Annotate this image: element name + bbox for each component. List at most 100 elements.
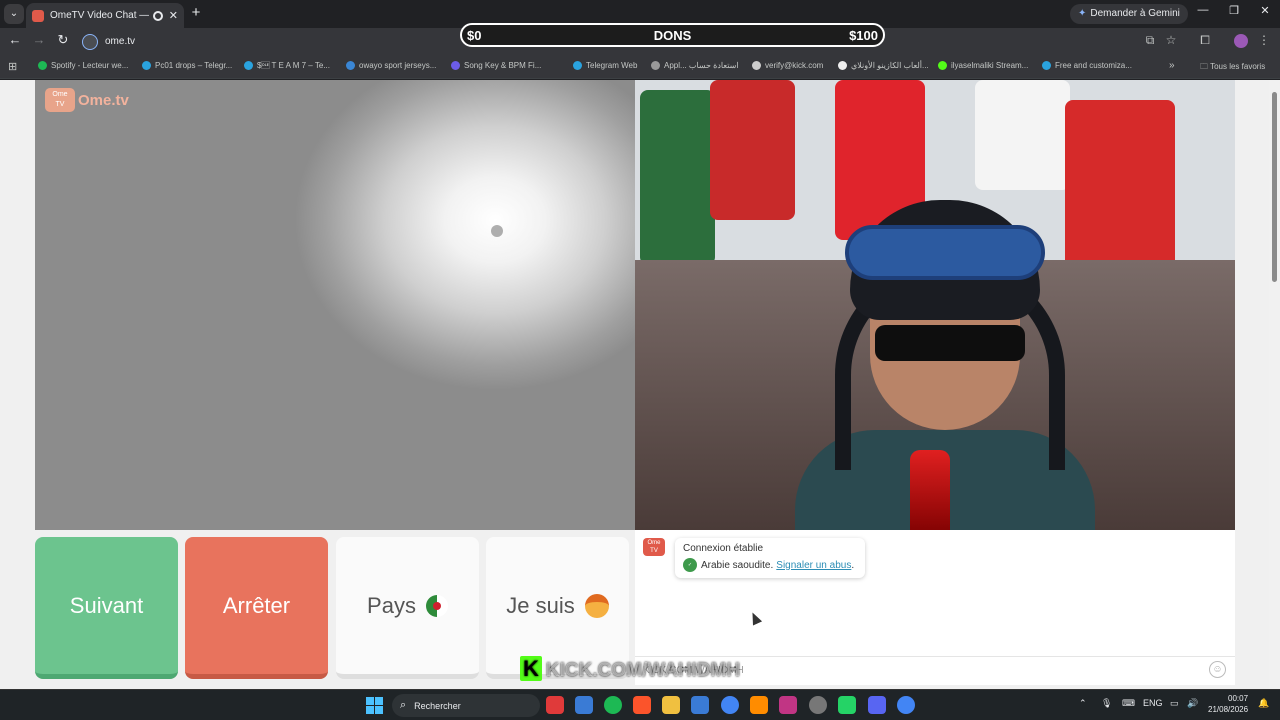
obs-icon[interactable]: [809, 696, 827, 714]
close-tab-icon[interactable]: ✕: [169, 9, 178, 22]
spotify-icon: [38, 61, 47, 70]
chrome-active-icon[interactable]: [897, 696, 915, 714]
bookmark-item[interactable]: Song Key & BPM Fi...: [451, 61, 541, 70]
apps-grid-icon[interactable]: ⊞: [8, 60, 17, 73]
bookmark-item[interactable]: Spotify - Lecteur we...: [38, 61, 128, 70]
menu-icon[interactable]: ⋮: [1255, 33, 1273, 47]
tab-ometv[interactable]: OmeTV Video Chat — Ome ✕: [26, 3, 184, 28]
taskbar-clock[interactable]: 00:07 21/08/2026: [1208, 693, 1248, 715]
ometv-favicon-icon: [32, 9, 44, 22]
stop-label: Arrêter: [222, 592, 291, 618]
songkey-icon: [451, 61, 460, 70]
microphone-tray-icon[interactable]: 🎙: [1101, 698, 1112, 709]
kick-watermark: K KICK.COM/WAHIDMH: [520, 656, 740, 682]
telegram-icon: [142, 61, 151, 70]
tab-title: OmeTV Video Chat — Ome: [50, 10, 149, 21]
maximize-icon[interactable]: ❐: [1224, 4, 1244, 17]
close-window-icon[interactable]: ✕: [1255, 4, 1275, 17]
extensions-icon[interactable]: ⧠: [1196, 33, 1214, 48]
telegram-icon: [573, 61, 582, 70]
defender-icon[interactable]: [575, 696, 593, 714]
chrome-icon[interactable]: [721, 696, 739, 714]
file-explorer-icon[interactable]: [662, 696, 680, 714]
bookmark-item[interactable]: Pc01 drops – Telegr...: [142, 61, 232, 70]
site-info-icon[interactable]: [82, 33, 98, 50]
algeria-flag-icon: [425, 594, 448, 617]
telegram-icon: [244, 61, 253, 70]
mouse-cursor-icon: [747, 610, 763, 626]
self-webcam-video: [635, 80, 1235, 530]
partner-country: Arabie saoudite.: [701, 559, 774, 571]
cast-icon[interactable]: ⧉: [1141, 33, 1159, 48]
next-button[interactable]: Suivant: [35, 537, 178, 679]
notification-icon[interactable]: 🔔: [1258, 698, 1269, 709]
discord-icon[interactable]: [868, 696, 886, 714]
report-abuse-link[interactable]: Signaler un abus: [776, 560, 851, 571]
keyboard-icon[interactable]: ⌨: [1122, 698, 1135, 709]
donation-goal-bar: $0 DONS $100: [460, 23, 885, 47]
bookmark-item[interactable]: ألعاب الكازينو الأونلاي...: [838, 61, 929, 70]
bookmark-item[interactable]: Telegram Web: [573, 61, 637, 70]
globe-icon: [1042, 61, 1051, 70]
bookmark-item[interactable]: verify@kick.com: [752, 61, 823, 70]
page-scrollbar[interactable]: [1269, 80, 1280, 689]
kick-icon: [938, 61, 947, 70]
instagram-icon[interactable]: [779, 696, 797, 714]
address-bar[interactable]: ome.tv: [82, 31, 382, 52]
bookmark-item[interactable]: Free and customiza...: [1042, 61, 1132, 70]
ometv-logo-text: Ome.tv: [78, 91, 129, 109]
stop-button[interactable]: Arrêter: [185, 537, 328, 679]
ometv-logo-icon: Ome TV: [45, 88, 75, 112]
microphone-icon: [910, 450, 950, 530]
minimize-icon[interactable]: —: [1193, 4, 1213, 16]
jersey-red: [710, 80, 795, 220]
gemini-label: Demander à Gemini: [1090, 8, 1180, 19]
casino-icon: [838, 61, 847, 70]
spotify-icon[interactable]: [604, 696, 622, 714]
gemini-spark-icon: ✦: [1078, 8, 1087, 19]
profile-avatar[interactable]: [1234, 34, 1248, 48]
system-message: Connexion établie ✓ Arabie saoudite. Sig…: [675, 538, 865, 578]
back-icon[interactable]: ←: [6, 32, 24, 47]
recording-icon: [152, 10, 163, 21]
emoji-icon[interactable]: ☺: [1209, 661, 1226, 678]
taskbar-search[interactable]: ⌕ Rechercher: [392, 694, 540, 717]
bookmark-item[interactable]: owayo sport jerseys...: [346, 61, 436, 70]
tab-search-button[interactable]: ⌄: [4, 4, 24, 24]
connection-status: Connexion établie: [683, 543, 764, 554]
ometv-page: Ome TV Ome.tv Suivant Arrêter Pays Je sui…: [0, 80, 1280, 689]
ski-goggles: [845, 225, 1045, 280]
windows-taskbar: ⌕ Rechercher ⌃ 🎙 ⌨ ENG ▭ 🔊 00:07 21/08/2…: [0, 689, 1280, 720]
country-button[interactable]: Pays: [336, 537, 479, 679]
network-icon[interactable]: ▭: [1170, 698, 1179, 709]
country-label: Pays: [367, 592, 416, 618]
url-text: ome.tv: [105, 36, 136, 47]
scrollbar-thumb[interactable]: [1272, 92, 1277, 282]
owayo-icon: [346, 61, 355, 70]
ometv-logo: Ome TV Ome.tv: [45, 88, 129, 112]
store-icon[interactable]: [691, 696, 709, 714]
new-tab-button[interactable]: +: [188, 4, 204, 21]
bookmark-item[interactable]: ilyaselmaliki Stream...: [938, 61, 1028, 70]
reload-icon[interactable]: ↻: [54, 32, 72, 48]
vlc-icon[interactable]: [750, 696, 768, 714]
brave-icon[interactable]: [633, 696, 651, 714]
all-bookmarks[interactable]: 🗀 Tous les favoris: [1200, 61, 1265, 75]
forward-icon[interactable]: →: [30, 32, 48, 47]
more-bookmarks-icon[interactable]: »: [1169, 60, 1175, 71]
language-indicator[interactable]: ENG: [1143, 698, 1163, 708]
wall-spot: [491, 225, 503, 237]
gemini-button[interactable]: ✦ Demander à Gemini: [1070, 4, 1188, 24]
app-icon[interactable]: [546, 696, 564, 714]
bookmark-item[interactable]: Appl... استعادة حساب: [651, 61, 739, 70]
globe-icon: [752, 61, 761, 70]
volume-icon[interactable]: 🔊: [1187, 698, 1198, 709]
bookmark-item[interactable]: $ T E A M 7 – Te...: [244, 61, 330, 70]
folder-icon: 🗀: [1200, 62, 1211, 71]
whatsapp-icon[interactable]: [838, 696, 856, 714]
tray-chevron-icon[interactable]: ⌃: [1079, 698, 1087, 709]
kick-channel-url: KICK.COM/WAHIDMH: [545, 660, 741, 681]
bookmark-star-icon[interactable]: ☆: [1162, 33, 1180, 47]
windows-start-icon[interactable]: [366, 697, 383, 714]
clock-date: 21/08/2026: [1208, 705, 1249, 714]
